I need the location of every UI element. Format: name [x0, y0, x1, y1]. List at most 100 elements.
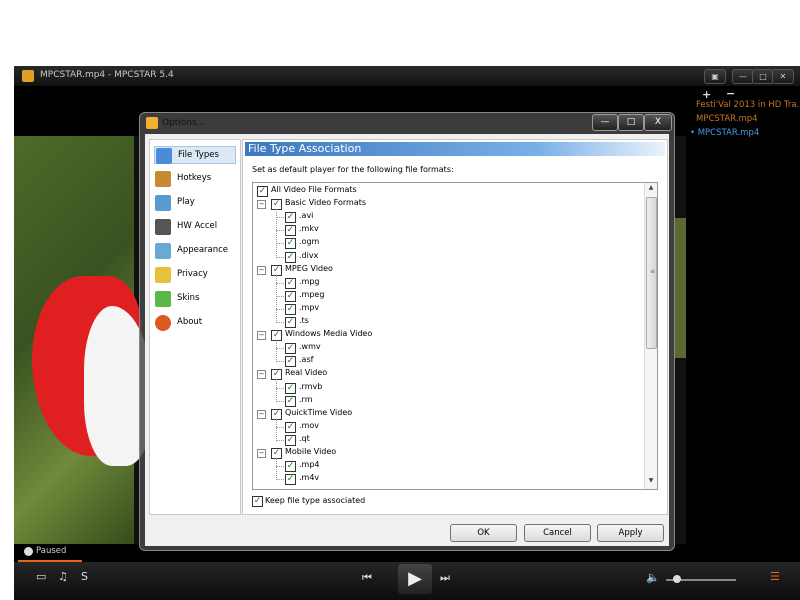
- player-minimize-button[interactable]: —: [732, 69, 754, 84]
- format-checkbox[interactable]: ✓: [285, 395, 296, 407]
- nav-item-label: Skins: [177, 293, 200, 303]
- format-extension-label: .mkv: [299, 224, 319, 234]
- tree-group-label: Windows Media Video: [285, 329, 373, 339]
- scroll-thumb[interactable]: ≡: [646, 197, 657, 349]
- tree-connector: [276, 217, 284, 219]
- format-extension-label: .mpv: [299, 302, 320, 312]
- tree-connector: [276, 361, 284, 363]
- dialog-maximize-button[interactable]: □: [618, 114, 644, 131]
- playlist-item[interactable]: MPCSTAR.mp4: [696, 114, 758, 124]
- volume-icon[interactable]: 🔈: [646, 571, 660, 584]
- nav-item-hw-accel[interactable]: HW Accel: [154, 218, 236, 236]
- format-checkbox[interactable]: ✓: [285, 238, 296, 250]
- nav-item-about[interactable]: About: [154, 314, 236, 332]
- tree-connector: [276, 256, 284, 258]
- format-checkbox[interactable]: ✓: [285, 343, 296, 355]
- nav-item-label: HW Accel: [177, 221, 218, 231]
- tree-connector: [276, 209, 277, 258]
- player-title: MPCSTAR.mp4 - MPCSTAR 5.4: [40, 70, 174, 80]
- file-format-tree[interactable]: ✓ All Video File Formats − ✓ Basic Video For…: [252, 182, 658, 490]
- collapse-icon[interactable]: −: [257, 331, 266, 341]
- format-checkbox[interactable]: ✓: [285, 251, 296, 263]
- format-checkbox[interactable]: ✓: [257, 186, 268, 197]
- tree-root-label: All Video File Formats: [271, 185, 357, 194]
- volume-slider-handle[interactable]: [672, 575, 681, 583]
- format-checkbox[interactable]: ✓: [285, 290, 296, 302]
- format-extension-label: .mpeg: [299, 289, 325, 299]
- tree-connector: [276, 439, 284, 441]
- collapse-icon[interactable]: −: [257, 449, 266, 458]
- subtitle-button[interactable]: S: [81, 570, 88, 583]
- playlist-remove-button[interactable]: −: [726, 87, 735, 100]
- playlist-toggle-icon[interactable]: ☰: [770, 570, 780, 583]
- scroll-up-icon[interactable]: ▲: [645, 184, 657, 194]
- options-dialog: Options... — □ X File Types Hotkeys Play…: [139, 112, 675, 551]
- play-button[interactable]: ▶: [398, 564, 432, 594]
- format-checkbox[interactable]: ✓: [285, 382, 296, 394]
- nav-item-label: About: [177, 317, 203, 327]
- format-checkbox[interactable]: ✓: [285, 317, 296, 328]
- collapse-icon[interactable]: −: [257, 370, 266, 380]
- playlist-item-active[interactable]: • MPCSTAR.mp4: [690, 128, 759, 138]
- nav-item-label: Appearance: [177, 245, 229, 255]
- format-extension-label: .wmv: [299, 342, 321, 352]
- player-maximize-button[interactable]: □: [752, 69, 774, 84]
- collapse-icon[interactable]: −: [257, 200, 266, 210]
- nav-item-hotkeys[interactable]: Hotkeys: [154, 170, 236, 188]
- screen-mode-icon[interactable]: ▭: [36, 570, 46, 583]
- tree-group-label: Basic Video Formats: [285, 198, 367, 208]
- scroll-grip-icon: ≡: [649, 268, 656, 275]
- format-extension-label: .divx: [299, 250, 319, 260]
- format-checkbox[interactable]: ✓: [285, 225, 296, 237]
- nav-item-file-types[interactable]: File Types: [154, 146, 236, 164]
- playlist-item[interactable]: Festi'Val 2013 in HD Tra...: [696, 100, 800, 110]
- nav-item-privacy[interactable]: Privacy: [154, 266, 236, 284]
- format-checkbox[interactable]: ✓: [285, 212, 296, 224]
- nav-item-label: Privacy: [177, 269, 208, 279]
- format-checkbox[interactable]: ✓: [285, 474, 296, 486]
- nav-item-label: Hotkeys: [177, 173, 212, 183]
- nav-item-appearance[interactable]: Appearance: [154, 242, 236, 260]
- keep-associated-checkbox[interactable]: ✓: [252, 496, 263, 507]
- format-checkbox[interactable]: ✓: [285, 356, 296, 368]
- format-checkbox[interactable]: ✓: [285, 461, 296, 473]
- format-extension-label: .rm: [299, 394, 313, 404]
- ok-button[interactable]: OK: [450, 524, 517, 542]
- scroll-down-icon[interactable]: ▼: [645, 477, 657, 487]
- tree-group-label: Mobile Video: [285, 447, 337, 456]
- tree-connector: [276, 322, 284, 323]
- tree-scrollbar[interactable]: ▲ ≡ ▼: [644, 183, 657, 489]
- nav-item-label: Play: [177, 197, 195, 207]
- tree-group-label: MPEG Video: [285, 263, 333, 273]
- format-checkbox[interactable]: ✓: [285, 303, 296, 315]
- previous-icon[interactable]: ⏮: [362, 571, 372, 585]
- hw-accel-icon: [155, 219, 171, 235]
- nav-item-skins[interactable]: Skins: [154, 290, 236, 308]
- tree-connector: [276, 308, 284, 310]
- hotkeys-icon: [155, 171, 171, 187]
- cancel-button[interactable]: Cancel: [524, 524, 591, 542]
- nav-item-play[interactable]: Play: [154, 194, 236, 212]
- collapse-icon[interactable]: −: [257, 409, 266, 419]
- format-checkbox[interactable]: ✓: [285, 421, 296, 433]
- format-checkbox[interactable]: ✓: [285, 434, 296, 446]
- format-checkbox[interactable]: ✓: [285, 277, 296, 289]
- collapse-icon[interactable]: −: [257, 265, 266, 275]
- dialog-close-button[interactable]: X: [644, 114, 672, 131]
- player-menu-button[interactable]: ▣: [704, 69, 726, 84]
- player-close-button[interactable]: ✕: [772, 69, 794, 84]
- tree-connector: [276, 340, 277, 363]
- tree-connector: [276, 418, 277, 441]
- panel-header: File Type Association: [245, 142, 665, 156]
- player-titlebar[interactable]: MPCSTAR.mp4 - MPCSTAR 5.4 ▣ — □ ✕: [14, 66, 800, 86]
- tree-connector: [276, 387, 284, 389]
- control-bar: ▭ ♫ S ⏮ ▶ ⏭ 🔈 ☰: [14, 562, 800, 600]
- tree-connector: [276, 295, 284, 297]
- apply-button[interactable]: Apply: [597, 524, 664, 542]
- dialog-minimize-button[interactable]: —: [592, 114, 618, 131]
- about-icon: [155, 315, 171, 331]
- audio-track-icon[interactable]: ♫: [58, 570, 68, 583]
- next-icon[interactable]: ⏭: [440, 571, 450, 585]
- file-type-panel: File Type Association Set as default pla…: [242, 139, 668, 515]
- tree-connector: [276, 458, 277, 481]
